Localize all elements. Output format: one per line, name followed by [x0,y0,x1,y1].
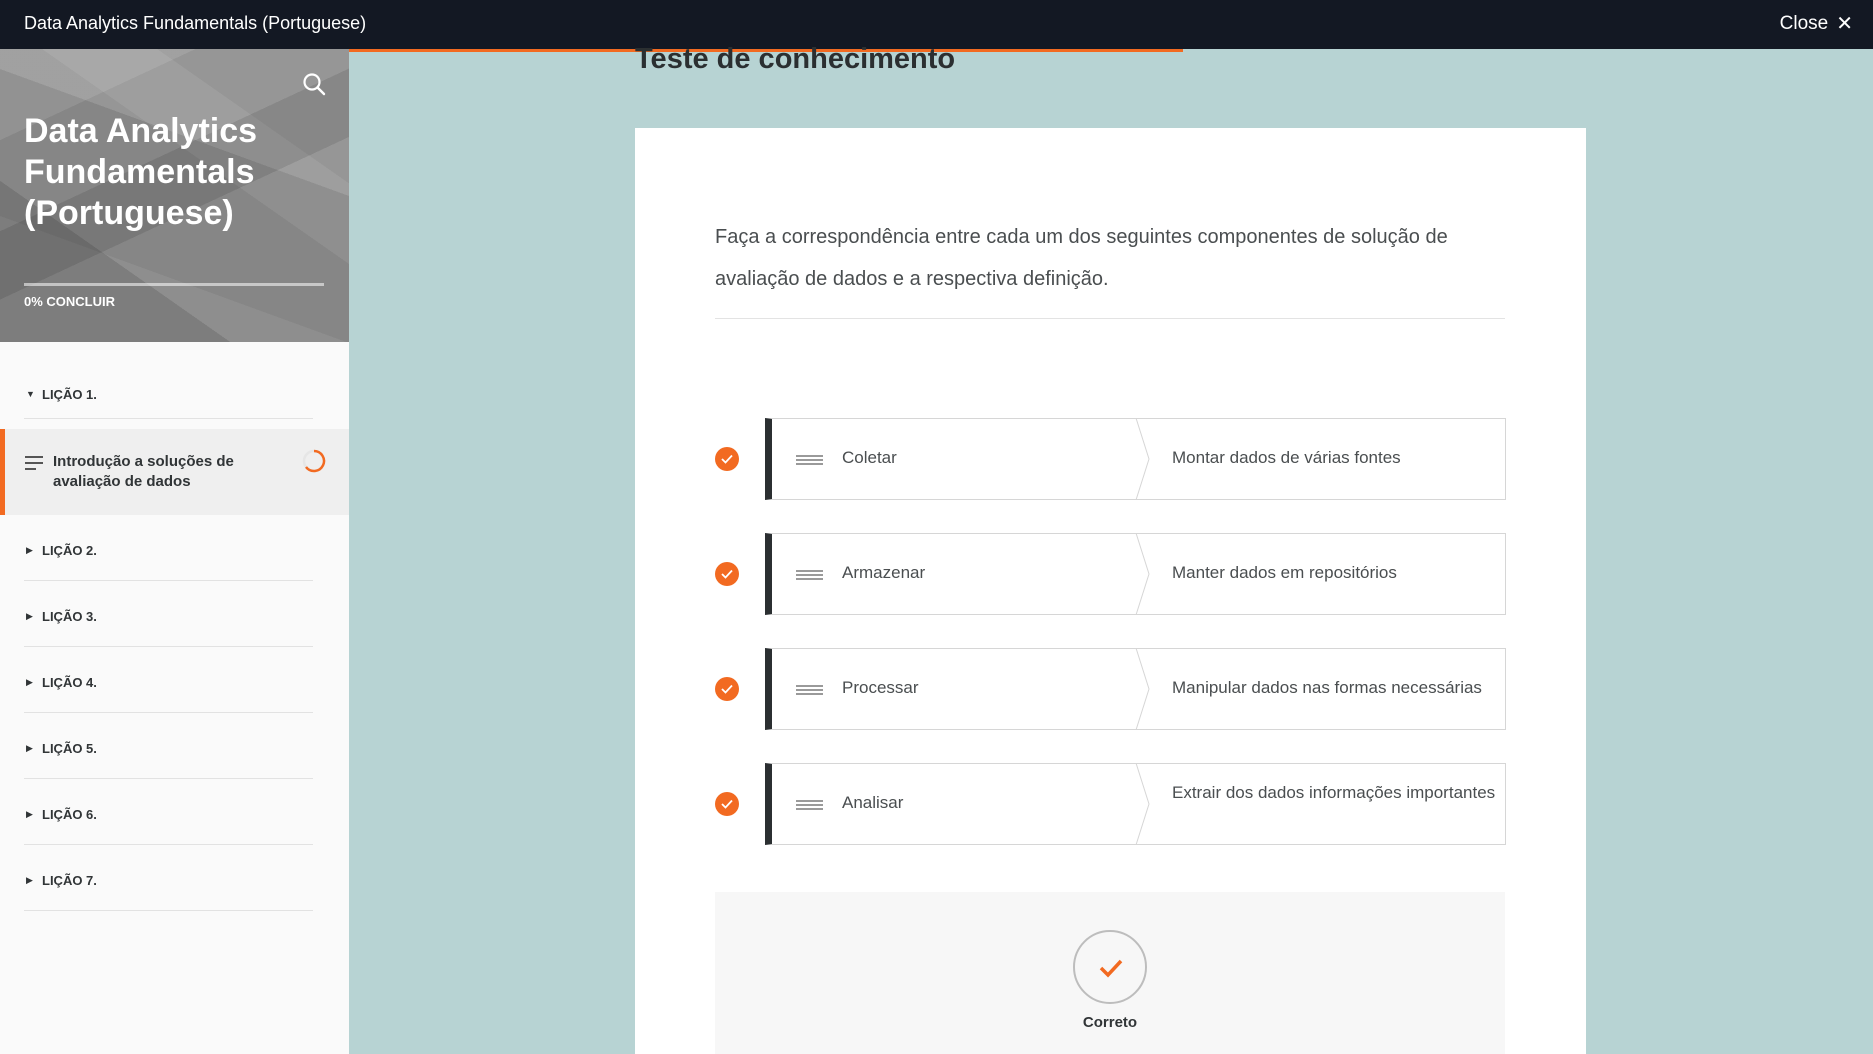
drag-handle-icon [796,455,823,467]
caret-down-icon: ▼ [26,389,35,399]
close-icon: ✕ [1836,13,1853,35]
drag-handle-icon [796,685,823,697]
text-lines-icon [25,456,43,474]
correct-check-icon [715,792,739,816]
lesson-label: LIÇÃO 3. [42,609,97,624]
search-icon[interactable] [301,71,327,97]
definition-label: Manter dados em repositórios [1172,563,1397,582]
lesson-label: LIÇÃO 7. [42,873,97,888]
term-label: Processar [842,678,919,697]
top-bar: Data Analytics Fundamentals (Portuguese)… [0,0,1873,49]
caret-right-icon: ▶ [26,743,33,753]
close-button[interactable]: Close ✕ [1780,13,1853,35]
lesson-item-active[interactable]: Introdução a soluções de avaliação de da… [0,429,349,515]
lesson-item-label: Introdução a soluções de avaliação de da… [53,453,234,490]
lesson-4[interactable]: ▶ LIÇÃO 4. [24,647,313,713]
course-progress-bar [24,283,324,286]
draggable-term[interactable]: Processar Manipular dados nas formas nec… [765,648,1506,730]
lesson-label: LIÇÃO 1. [42,387,97,402]
caret-right-icon: ▶ [26,677,33,687]
sidebar: Data Analytics Fundamentals (Portuguese)… [0,49,349,1054]
matching-pair: Armazenar Manter dados em repositórios [715,533,1506,615]
draggable-term[interactable]: Coletar Montar dados de várias fontes [765,418,1506,500]
lesson-2[interactable]: ▶ LIÇÃO 2. [24,515,313,581]
course-progress-label: 0% CONCLUIR [24,294,116,309]
matching-pair: Coletar Montar dados de várias fontes [715,418,1506,500]
lesson-label: LIÇÃO 5. [42,741,97,756]
correct-check-icon [715,677,739,701]
close-label: Close [1779,13,1829,34]
term-label: Coletar [842,448,897,467]
page-title: Teste de conhecimento [635,43,956,75]
definition-label: Manipular dados nas formas necessárias [1172,678,1482,697]
lesson-7[interactable]: ▶ LIÇÃO 7. [24,845,313,911]
term-label: Analisar [842,793,904,812]
course-hero: Data Analytics Fundamentals (Portuguese)… [0,49,349,342]
lesson-list: ▼ LIÇÃO 1. Introdução a soluções de aval… [0,342,349,911]
drag-handle-icon [796,570,823,582]
divider [715,318,1505,319]
progress-status-icon [302,449,326,473]
caret-right-icon: ▶ [26,875,33,885]
draggable-term[interactable]: Armazenar Manter dados em repositórios [765,533,1506,615]
caret-right-icon: ▶ [26,545,33,555]
draggable-term[interactable]: Analisar Extrair dos dados informações i… [765,763,1506,845]
definition-label: Montar dados de várias fontes [1172,448,1401,467]
drag-handle-icon [796,800,823,812]
caret-right-icon: ▶ [26,809,33,819]
lesson-5[interactable]: ▶ LIÇÃO 5. [24,713,313,779]
lesson-1[interactable]: ▼ LIÇÃO 1. [24,342,313,419]
course-title: Data Analytics Fundamentals (Portuguese) [24,112,258,232]
term-label: Armazenar [842,563,926,582]
matching-pair: Processar Manipular dados nas formas nec… [715,648,1506,730]
active-indicator [0,429,5,515]
feedback-label: Correto [1082,1014,1138,1031]
chevron-divider-icon [1135,418,1150,500]
lesson-6[interactable]: ▶ LIÇÃO 6. [24,779,313,845]
chevron-divider-icon [1135,763,1150,845]
correct-check-icon [715,447,739,471]
chevron-divider-icon [1135,533,1150,615]
course-title-bar: Data Analytics Fundamentals (Portuguese) [24,13,367,33]
main-content: Teste de conhecimento Faça a correspondê… [349,43,1873,1054]
feedback-panel: Correto [715,892,1505,1054]
lesson-3[interactable]: ▶ LIÇÃO 3. [24,581,313,647]
lesson-label: LIÇÃO 6. [42,807,97,822]
knowledge-check-card: Faça a correspondência entre cada um dos… [635,128,1586,1054]
definition-label: Extrair dos dados informações importante… [1172,783,1496,802]
lesson-label: LIÇÃO 2. [42,543,97,558]
lesson-label: LIÇÃO 4. [42,675,97,690]
question-text: Faça a correspondência entre cada um dos… [715,226,1448,290]
matching-pair: Analisar Extrair dos dados informações i… [715,763,1506,845]
correct-check-icon [715,562,739,586]
chevron-divider-icon [1135,648,1150,730]
correct-result-icon [1073,930,1147,1004]
caret-right-icon: ▶ [26,611,33,621]
